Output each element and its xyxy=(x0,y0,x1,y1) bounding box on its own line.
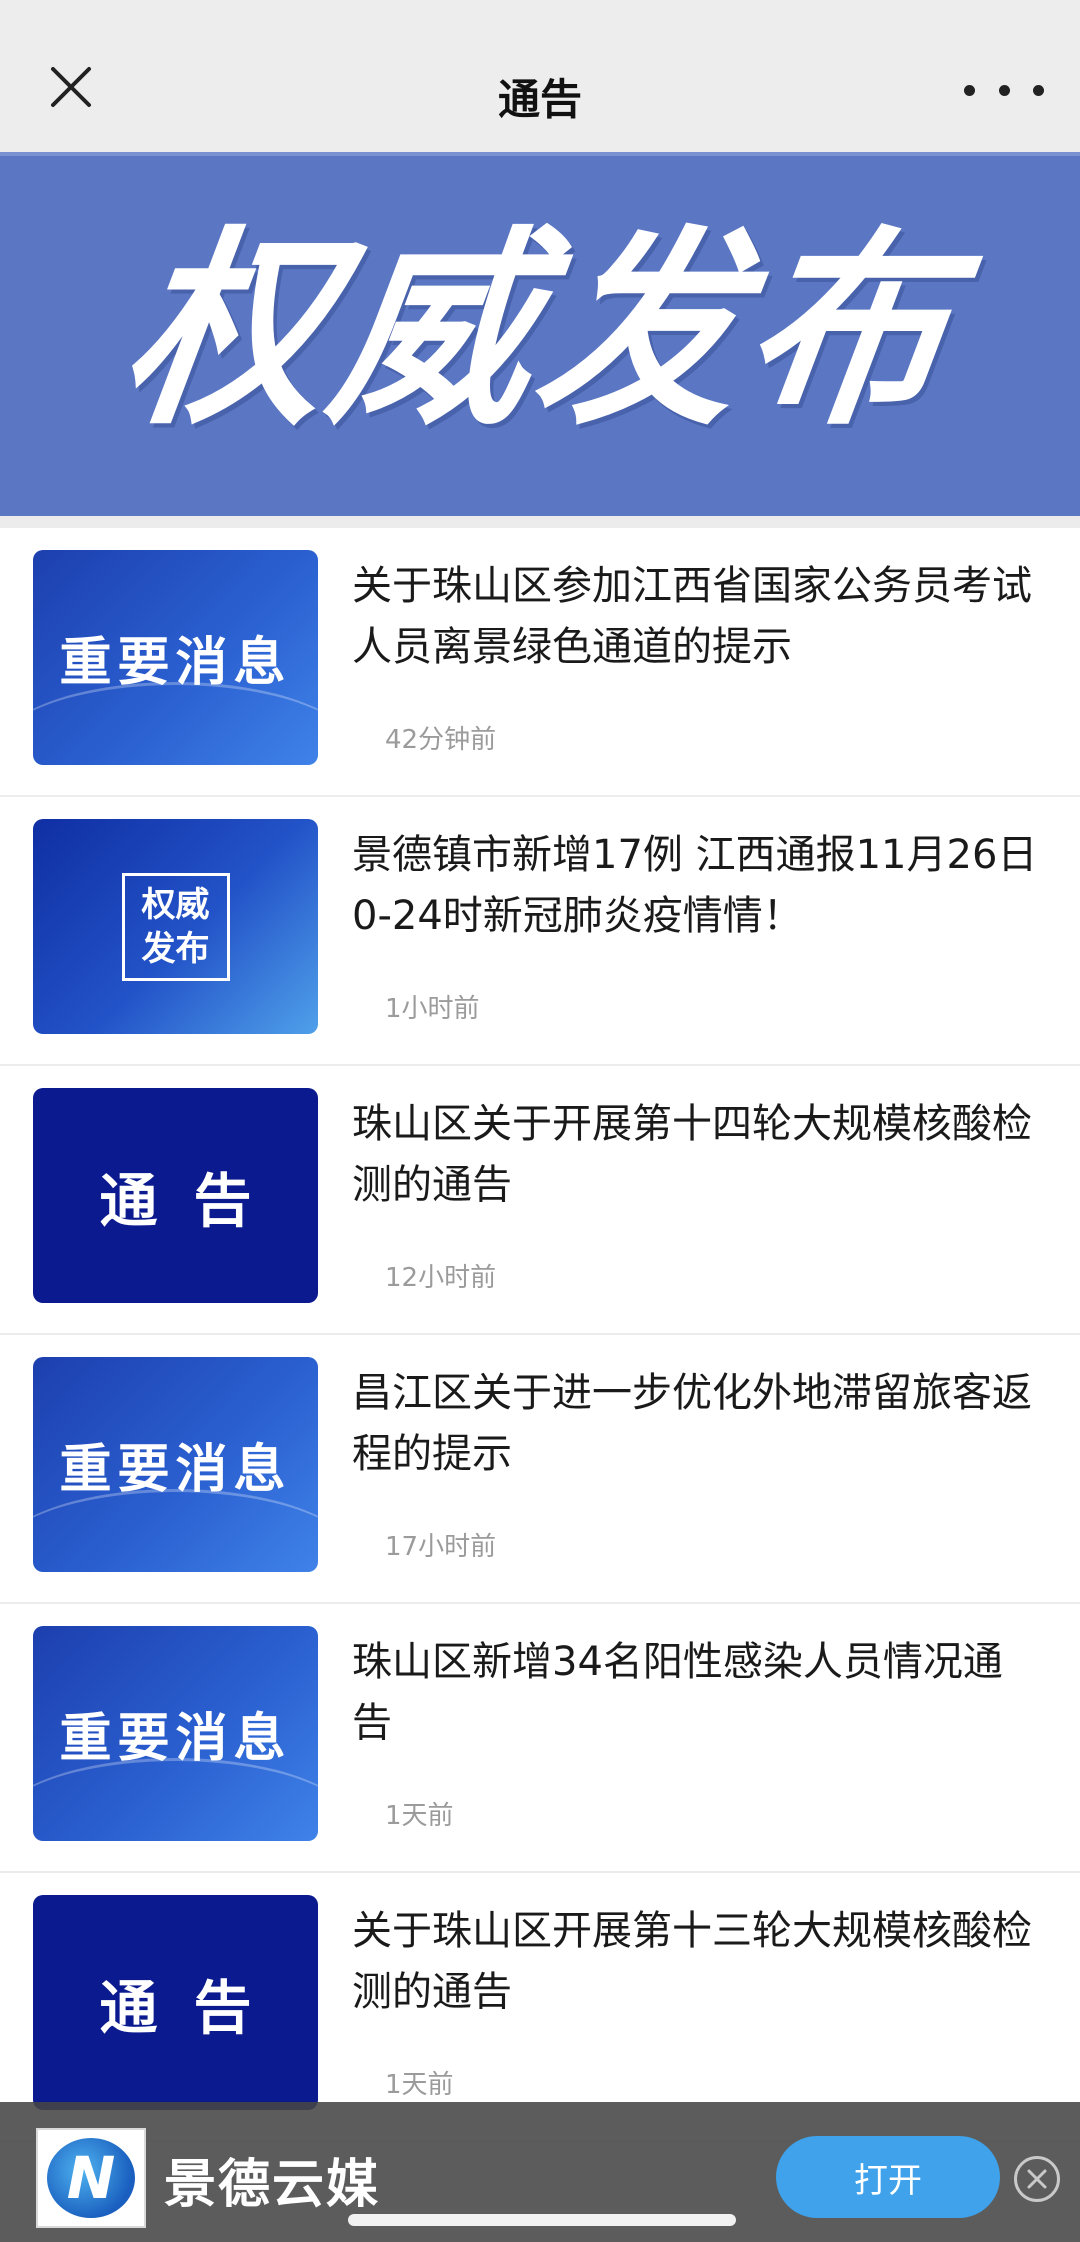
news-item[interactable]: 权威 发布 景德镇市新增17例 江西通报11月26日0-24时新冠肺炎疫情情！ … xyxy=(0,797,1080,1066)
thumbnail-label: 通告 xyxy=(99,1973,288,2042)
news-title[interactable]: 珠山区新增34名阳性感染人员情况通告 xyxy=(352,1632,1042,1754)
news-time: 1天前 xyxy=(385,1801,454,1831)
home-indicator xyxy=(348,2214,736,2226)
header-banner: 权威发布 xyxy=(0,152,1080,516)
news-item[interactable]: 重要消息 昌江区关于进一步优化外地滞留旅客返程的提示 17小时前 xyxy=(0,1335,1080,1604)
news-time: 17小时前 xyxy=(385,1532,497,1562)
app-logo-icon: N xyxy=(47,2138,135,2218)
banner-divider xyxy=(0,516,1080,528)
news-thumbnail: 通告 xyxy=(33,1088,318,1303)
open-app-button[interactable]: 打开 xyxy=(776,2136,1000,2218)
news-title[interactable]: 关于珠山区开展第十三轮大规模核酸检测的通告 xyxy=(352,1901,1042,2023)
more-dots-icon[interactable] xyxy=(964,70,1044,110)
banner-title: 权威发布 xyxy=(110,209,970,454)
news-thumbnail: 重要消息 xyxy=(33,1357,318,1572)
app-name: 景德云媒 xyxy=(164,2155,381,2215)
news-time: 1天前 xyxy=(385,2070,454,2100)
app-logo: N xyxy=(36,2128,146,2228)
news-item[interactable]: 重要消息 关于珠山区参加江西省国家公务员考试人员离景绿色通道的提示 42分钟前 xyxy=(0,528,1080,797)
thumbnail-label: 通告 xyxy=(99,1166,288,1235)
news-title[interactable]: 景德镇市新增17例 江西通报11月26日0-24时新冠肺炎疫情情！ xyxy=(352,825,1042,947)
news-time: 12小时前 xyxy=(385,1263,497,1293)
thumbnail-label-line2: 发布 xyxy=(141,928,210,969)
news-list: 重要消息 关于珠山区参加江西省国家公务员考试人员离景绿色通道的提示 42分钟前 … xyxy=(0,528,1080,2142)
thumbnail-label: 重要消息 xyxy=(59,633,292,693)
news-thumbnail: 重要消息 xyxy=(33,1626,318,1841)
news-item[interactable]: 重要消息 珠山区新增34名阳性感染人员情况通告 1天前 xyxy=(0,1604,1080,1873)
top-navbar: 通告 xyxy=(0,0,1080,152)
news-title[interactable]: 昌江区关于进一步优化外地滞留旅客返程的提示 xyxy=(352,1363,1042,1485)
thumbnail-label-line1: 权威 xyxy=(141,884,210,925)
thumbnail-label-box: 权威 发布 xyxy=(121,872,230,981)
news-time: 42分钟前 xyxy=(385,725,497,755)
news-thumbnail: 重要消息 xyxy=(33,550,318,765)
thumbnail-label: 重要消息 xyxy=(59,1709,292,1769)
close-icon[interactable] xyxy=(1014,2156,1060,2202)
news-item[interactable]: 通告 珠山区关于开展第十四轮大规模核酸检测的通告 12小时前 xyxy=(0,1066,1080,1335)
news-thumbnail: 权威 发布 xyxy=(33,819,318,1034)
news-title[interactable]: 珠山区关于开展第十四轮大规模核酸检测的通告 xyxy=(352,1094,1042,1216)
news-title[interactable]: 关于珠山区参加江西省国家公务员考试人员离景绿色通道的提示 xyxy=(352,556,1042,678)
thumbnail-label: 重要消息 xyxy=(59,1440,292,1500)
news-time: 1小时前 xyxy=(385,994,480,1024)
news-thumbnail: 通告 xyxy=(33,1895,318,2110)
page-title: 通告 xyxy=(497,75,582,124)
